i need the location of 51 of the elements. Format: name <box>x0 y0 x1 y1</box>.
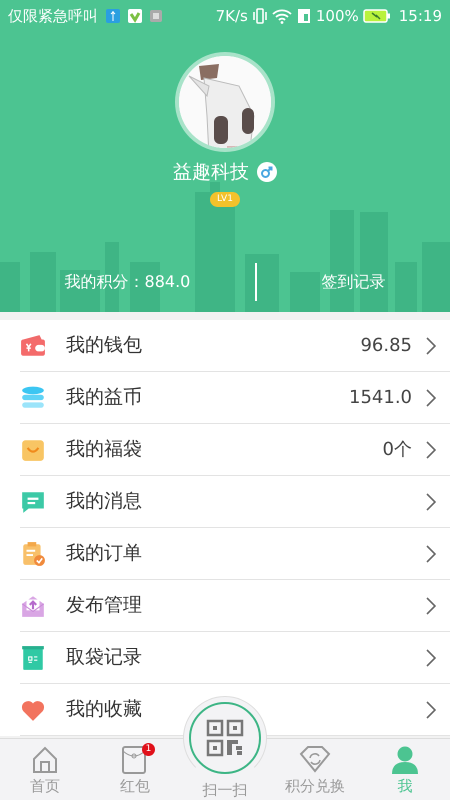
menu-value: 0个 <box>382 438 412 462</box>
app-icon <box>128 9 142 23</box>
level-badge: LV1 <box>210 192 240 207</box>
usb-icon <box>106 9 120 23</box>
menu-label: 我的收藏 <box>66 697 142 722</box>
chevron-right-icon <box>426 700 436 718</box>
menu-label: 取袋记录 <box>66 645 142 670</box>
male-icon <box>257 162 277 182</box>
menu-item[interactable]: 我的订单 <box>20 528 450 580</box>
tab-item[interactable]: 红包 1 <box>90 739 180 800</box>
battery-percent: 100% <box>316 6 359 27</box>
menu-item[interactable]: 取袋记录 <box>20 632 450 684</box>
chevron-right-icon <box>426 336 436 354</box>
points-text: 我的积分：884.0 <box>64 272 190 291</box>
chevron-right-icon <box>426 492 436 510</box>
chevron-right-icon <box>426 648 436 666</box>
network-speed: 7K/s <box>216 6 248 27</box>
menu-label: 我的益币 <box>66 385 142 410</box>
home-icon[interactable] <box>30 745 60 775</box>
menu-item[interactable]: 我的钱包 96.85 <box>20 320 450 372</box>
scan-button[interactable] <box>189 702 261 774</box>
vibrate-icon <box>252 8 268 24</box>
carrier-text: 仅限紧急呼叫 <box>8 6 98 27</box>
envelope-icon[interactable] <box>121 745 149 775</box>
menu-value: 96.85 <box>360 334 412 358</box>
wifi-icon <box>272 8 292 24</box>
chevron-right-icon <box>426 440 436 458</box>
user-name: 益趣科技 <box>173 160 249 185</box>
menu-label: 发布管理 <box>66 593 142 618</box>
sim-icon <box>296 8 312 24</box>
battery-icon <box>362 8 391 24</box>
box-icon <box>20 644 46 670</box>
menu-item[interactable]: 我的益币 1541.0 <box>20 372 450 424</box>
qr-code-icon[interactable] <box>206 719 244 757</box>
image-icon <box>150 10 162 22</box>
menu-value: 1541.0 <box>349 386 412 410</box>
chevron-right-icon <box>426 544 436 562</box>
menu-label: 我的福袋 <box>66 437 142 462</box>
coins-icon <box>20 384 46 410</box>
clock-time: 15:19 <box>398 6 442 27</box>
diamond-icon[interactable] <box>299 745 331 773</box>
chevron-right-icon <box>426 596 436 614</box>
menu-label: 我的订单 <box>66 541 142 566</box>
menu-item[interactable]: 发布管理 <box>20 580 450 632</box>
notification-badge: 1 <box>142 743 155 756</box>
chevron-right-icon <box>426 388 436 406</box>
menu-label: 我的消息 <box>66 489 142 514</box>
menu-item[interactable]: 我的消息 <box>20 476 450 528</box>
menu-label: 我的钱包 <box>66 333 142 358</box>
wallet-icon <box>20 332 46 358</box>
menu-item[interactable]: 我的福袋 0个 <box>20 424 450 476</box>
